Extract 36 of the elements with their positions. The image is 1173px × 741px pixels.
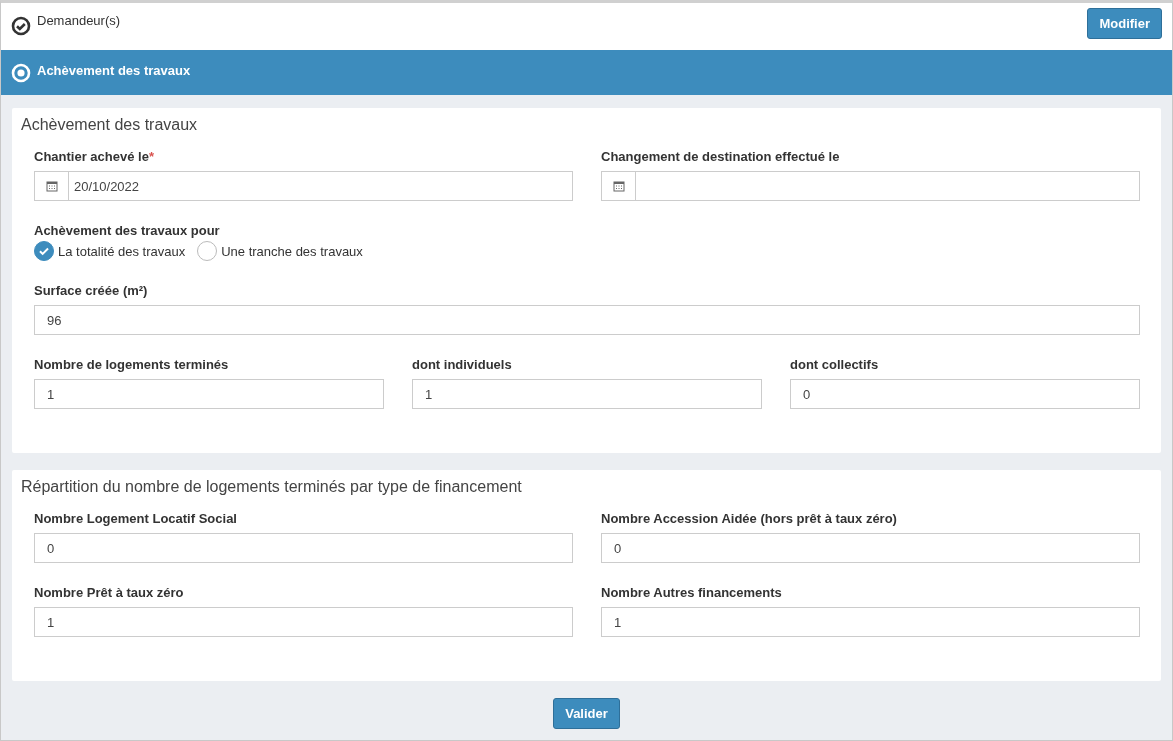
radio-option[interactable]: La totalité des travaux (34, 241, 186, 261)
radio-button[interactable] (34, 241, 54, 261)
input-field[interactable]: 0 (601, 533, 1140, 563)
date-field[interactable] (601, 171, 1140, 201)
card-title: Achèvement des travaux (21, 116, 199, 134)
step-header[interactable]: Achèvement des travaux (1, 50, 1172, 95)
radio-option[interactable]: Une tranche des travaux (197, 241, 363, 261)
field-label: Nombre Accession Aidée (hors prêt à taux zéro) (601, 511, 898, 526)
radio-circle-icon (11, 62, 31, 83)
card-title: Répartition du nombre de logements terminés par type de financement (21, 478, 523, 496)
input-field[interactable]: 1 (34, 607, 573, 637)
input-field[interactable]: 96 (34, 305, 1140, 335)
field-label: Nombre de logements terminés (34, 357, 230, 372)
input-field[interactable]: 0 (790, 379, 1140, 409)
calendar-icon (45, 180, 58, 192)
step-title: Achèvement des travaux (37, 62, 191, 78)
step-header[interactable]: Demandeur(s) Modifier (1, 3, 1172, 50)
input-field[interactable]: 1 (601, 607, 1140, 637)
step-title: Demandeur(s) (37, 13, 121, 28)
field-label: Chantier achevé le* (34, 149, 155, 164)
field-label: Nombre Autres financements (601, 585, 783, 600)
check-circle-icon (11, 15, 31, 36)
field-label: Nombre Logement Locatif Social (34, 511, 238, 526)
modify-button[interactable]: Modifier (1087, 8, 1162, 39)
field-label: Achèvement des travaux pour (34, 223, 221, 238)
field-label: dont collectifs (790, 357, 880, 372)
field-label: dont individuels (412, 357, 513, 372)
calendar-icon (612, 180, 625, 192)
input-field[interactable]: 1 (34, 379, 384, 409)
date-field[interactable]: 20/10/2022 (34, 171, 573, 201)
field-label: Nombre Prêt à taux zéro (34, 585, 185, 600)
field-label: Changement de destination effectué le (601, 149, 841, 164)
field-label: Surface créée (m²) (34, 283, 149, 298)
validate-button[interactable]: Valider (553, 698, 620, 729)
input-field[interactable]: 0 (34, 533, 573, 563)
input-field[interactable]: 1 (412, 379, 762, 409)
